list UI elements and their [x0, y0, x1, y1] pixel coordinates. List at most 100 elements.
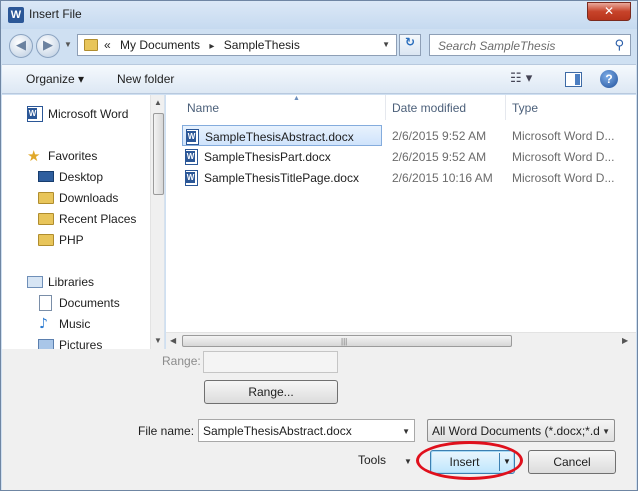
sidebar-item-label: Recent Places [59, 212, 137, 226]
sidebar-item-label: Libraries [48, 275, 95, 289]
sidebar-item-label: Favorites [48, 149, 98, 163]
file-name-cell[interactable]: SampleThesisAbstract.docx [182, 125, 382, 146]
sidebar-item-downloads[interactable]: Downloads [2, 188, 150, 208]
sidebar-item-label: Documents [59, 296, 120, 310]
folder-icon [84, 39, 98, 51]
desktop-icon [38, 171, 54, 182]
column-header-label: Name [187, 101, 220, 115]
range-label: Range: [162, 354, 201, 368]
dialog-footer: Range: Range... File name: SampleThesisA… [2, 349, 636, 490]
sidebar-item-label: Downloads [59, 191, 119, 205]
music-icon: ♪ [39, 316, 48, 332]
breadcrumb-my-documents[interactable]: My Documents [120, 38, 200, 52]
file-type-filter-value: All Word Documents (*.docx;*.d [432, 424, 600, 438]
chevron-down-icon[interactable]: ▼ [602, 427, 610, 436]
file-list-horizontal-scrollbar[interactable]: ◀ ||| ▶ [166, 332, 636, 349]
scroll-thumb[interactable] [153, 113, 164, 195]
file-name-label: File name: [138, 424, 195, 438]
breadcrumb-separator-icon[interactable]: ▸ [209, 41, 214, 52]
scroll-grip-icon: ||| [341, 337, 348, 346]
sidebar-item-label: PHP [59, 233, 84, 247]
back-button[interactable]: ◀ [9, 34, 33, 58]
folder-icon [38, 234, 54, 246]
preview-pane-icon[interactable] [565, 72, 582, 87]
breadcrumb-samplethesis[interactable]: SampleThesis [224, 38, 300, 52]
nav-pane-scrollbar[interactable]: ▲ ▼ [150, 95, 164, 349]
command-bar: Organize ▾ New folder ☷ ▾ ? [2, 64, 636, 94]
word-app-icon: W [8, 7, 24, 23]
window-title: Insert File [29, 7, 82, 21]
file-name: SampleThesisPart.docx [204, 150, 331, 164]
forward-button[interactable]: ▶ [36, 34, 60, 58]
breadcrumb-overflow[interactable]: « [104, 38, 111, 52]
search-input[interactable]: Search SampleThesis ⚲ [429, 34, 631, 56]
file-type-filter[interactable]: All Word Documents (*.docx;*.d ▼ [427, 419, 615, 442]
address-dropdown-icon[interactable]: ▼ [382, 40, 390, 49]
recent-places-icon [38, 213, 54, 225]
chevron-down-icon[interactable]: ▼ [402, 427, 410, 436]
file-name-field[interactable]: SampleThesisAbstract.docx ▼ [198, 419, 415, 442]
file-row[interactable]: SampleThesisTitlePage.docx 2/6/2015 10:1… [182, 167, 632, 188]
sidebar-item-desktop[interactable]: Desktop [2, 167, 150, 187]
word-icon [27, 106, 43, 122]
insert-file-dialog: W Insert File ✕ ◀ ▶ ▼ « My Documents ▸ S… [0, 0, 638, 491]
close-button[interactable]: ✕ [587, 2, 631, 21]
file-row[interactable]: SampleThesisAbstract.docx 2/6/2015 9:52 … [182, 125, 632, 146]
sidebar-item-php[interactable]: PHP [2, 230, 150, 250]
file-name: SampleThesisTitlePage.docx [204, 171, 359, 185]
star-icon: ★ [27, 147, 41, 165]
search-placeholder: Search SampleThesis [438, 39, 556, 53]
file-name: SampleThesisAbstract.docx [205, 130, 354, 144]
column-header-type[interactable]: Type [506, 95, 636, 120]
sidebar-item-label: Pictures [59, 338, 103, 349]
column-header-name[interactable]: ▲ Name [181, 95, 386, 120]
sidebar-item-favorites[interactable]: ★ Favorites [2, 146, 150, 166]
file-name-cell[interactable]: SampleThesisTitlePage.docx [182, 167, 382, 188]
tools-menu[interactable]: Tools [358, 453, 386, 467]
sidebar-item-recent-places[interactable]: Recent Places [2, 209, 150, 229]
organize-menu[interactable]: Organize ▾ [26, 72, 84, 86]
search-icon[interactable]: ⚲ [614, 38, 624, 53]
word-document-icon [186, 129, 199, 145]
sidebar-item-label: Microsoft Word [48, 107, 129, 121]
file-date: 2/6/2015 9:52 AM [392, 129, 487, 143]
sidebar-item-microsoft-word[interactable]: Microsoft Word [2, 104, 150, 124]
file-type: Microsoft Word D... [512, 171, 615, 185]
breadcrumb: « My Documents ▸ SampleThesis [104, 38, 306, 52]
refresh-button[interactable]: ↻ [399, 34, 421, 56]
column-header-date[interactable]: Date modified [386, 95, 506, 120]
file-name-value: SampleThesisAbstract.docx [203, 424, 352, 438]
scroll-up-icon[interactable]: ▲ [154, 98, 162, 107]
file-date: 2/6/2015 9:52 AM [392, 150, 487, 164]
scroll-down-icon[interactable]: ▼ [154, 336, 162, 345]
sort-ascending-icon: ▲ [293, 95, 300, 102]
tools-dropdown-icon[interactable]: ▼ [404, 457, 412, 466]
new-folder-button[interactable]: New folder [117, 72, 174, 86]
navigation-pane: Microsoft Word ★ Favorites Desktop Downl… [2, 95, 165, 349]
file-list: ▲ Name Date modified Type SampleThesisAb… [166, 95, 636, 349]
sidebar-item-label: Music [59, 317, 91, 331]
range-button[interactable]: Range... [204, 380, 338, 404]
pictures-icon [38, 339, 54, 349]
annotation-highlight-ring [416, 441, 523, 480]
word-document-icon [185, 149, 198, 165]
file-type: Microsoft Word D... [512, 150, 615, 164]
sidebar-item-documents[interactable]: Documents [2, 293, 150, 313]
file-type: Microsoft Word D... [512, 129, 615, 143]
word-document-icon [185, 170, 198, 186]
file-row[interactable]: SampleThesisPart.docx 2/6/2015 9:52 AM M… [182, 146, 632, 167]
sidebar-item-libraries[interactable]: Libraries [2, 272, 150, 292]
scroll-left-icon[interactable]: ◀ [170, 336, 176, 345]
change-view-icon[interactable]: ☷ ▾ [510, 71, 532, 86]
cancel-button[interactable]: Cancel [528, 450, 616, 474]
address-bar[interactable]: « My Documents ▸ SampleThesis ▼ [77, 34, 397, 56]
file-date: 2/6/2015 10:16 AM [392, 171, 493, 185]
sidebar-item-music[interactable]: ♪ Music [2, 314, 150, 334]
file-name-cell[interactable]: SampleThesisPart.docx [182, 146, 382, 167]
help-icon[interactable]: ? [600, 70, 618, 88]
sidebar-item-pictures[interactable]: Pictures [2, 335, 150, 349]
recent-locations-dropdown[interactable]: ▼ [64, 40, 72, 49]
scroll-right-icon[interactable]: ▶ [622, 336, 628, 345]
libraries-icon [27, 276, 43, 288]
range-field [203, 351, 338, 373]
